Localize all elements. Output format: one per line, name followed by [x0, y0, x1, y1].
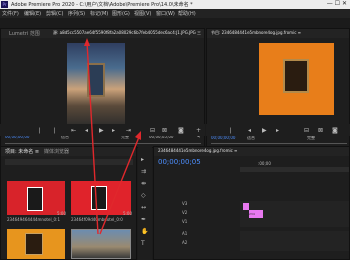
arrow-head-up — [84, 38, 90, 46]
arrow-line-up — [86, 41, 99, 235]
arrow-line-right — [99, 136, 140, 235]
arrow-annotation-icon — [84, 38, 141, 235]
